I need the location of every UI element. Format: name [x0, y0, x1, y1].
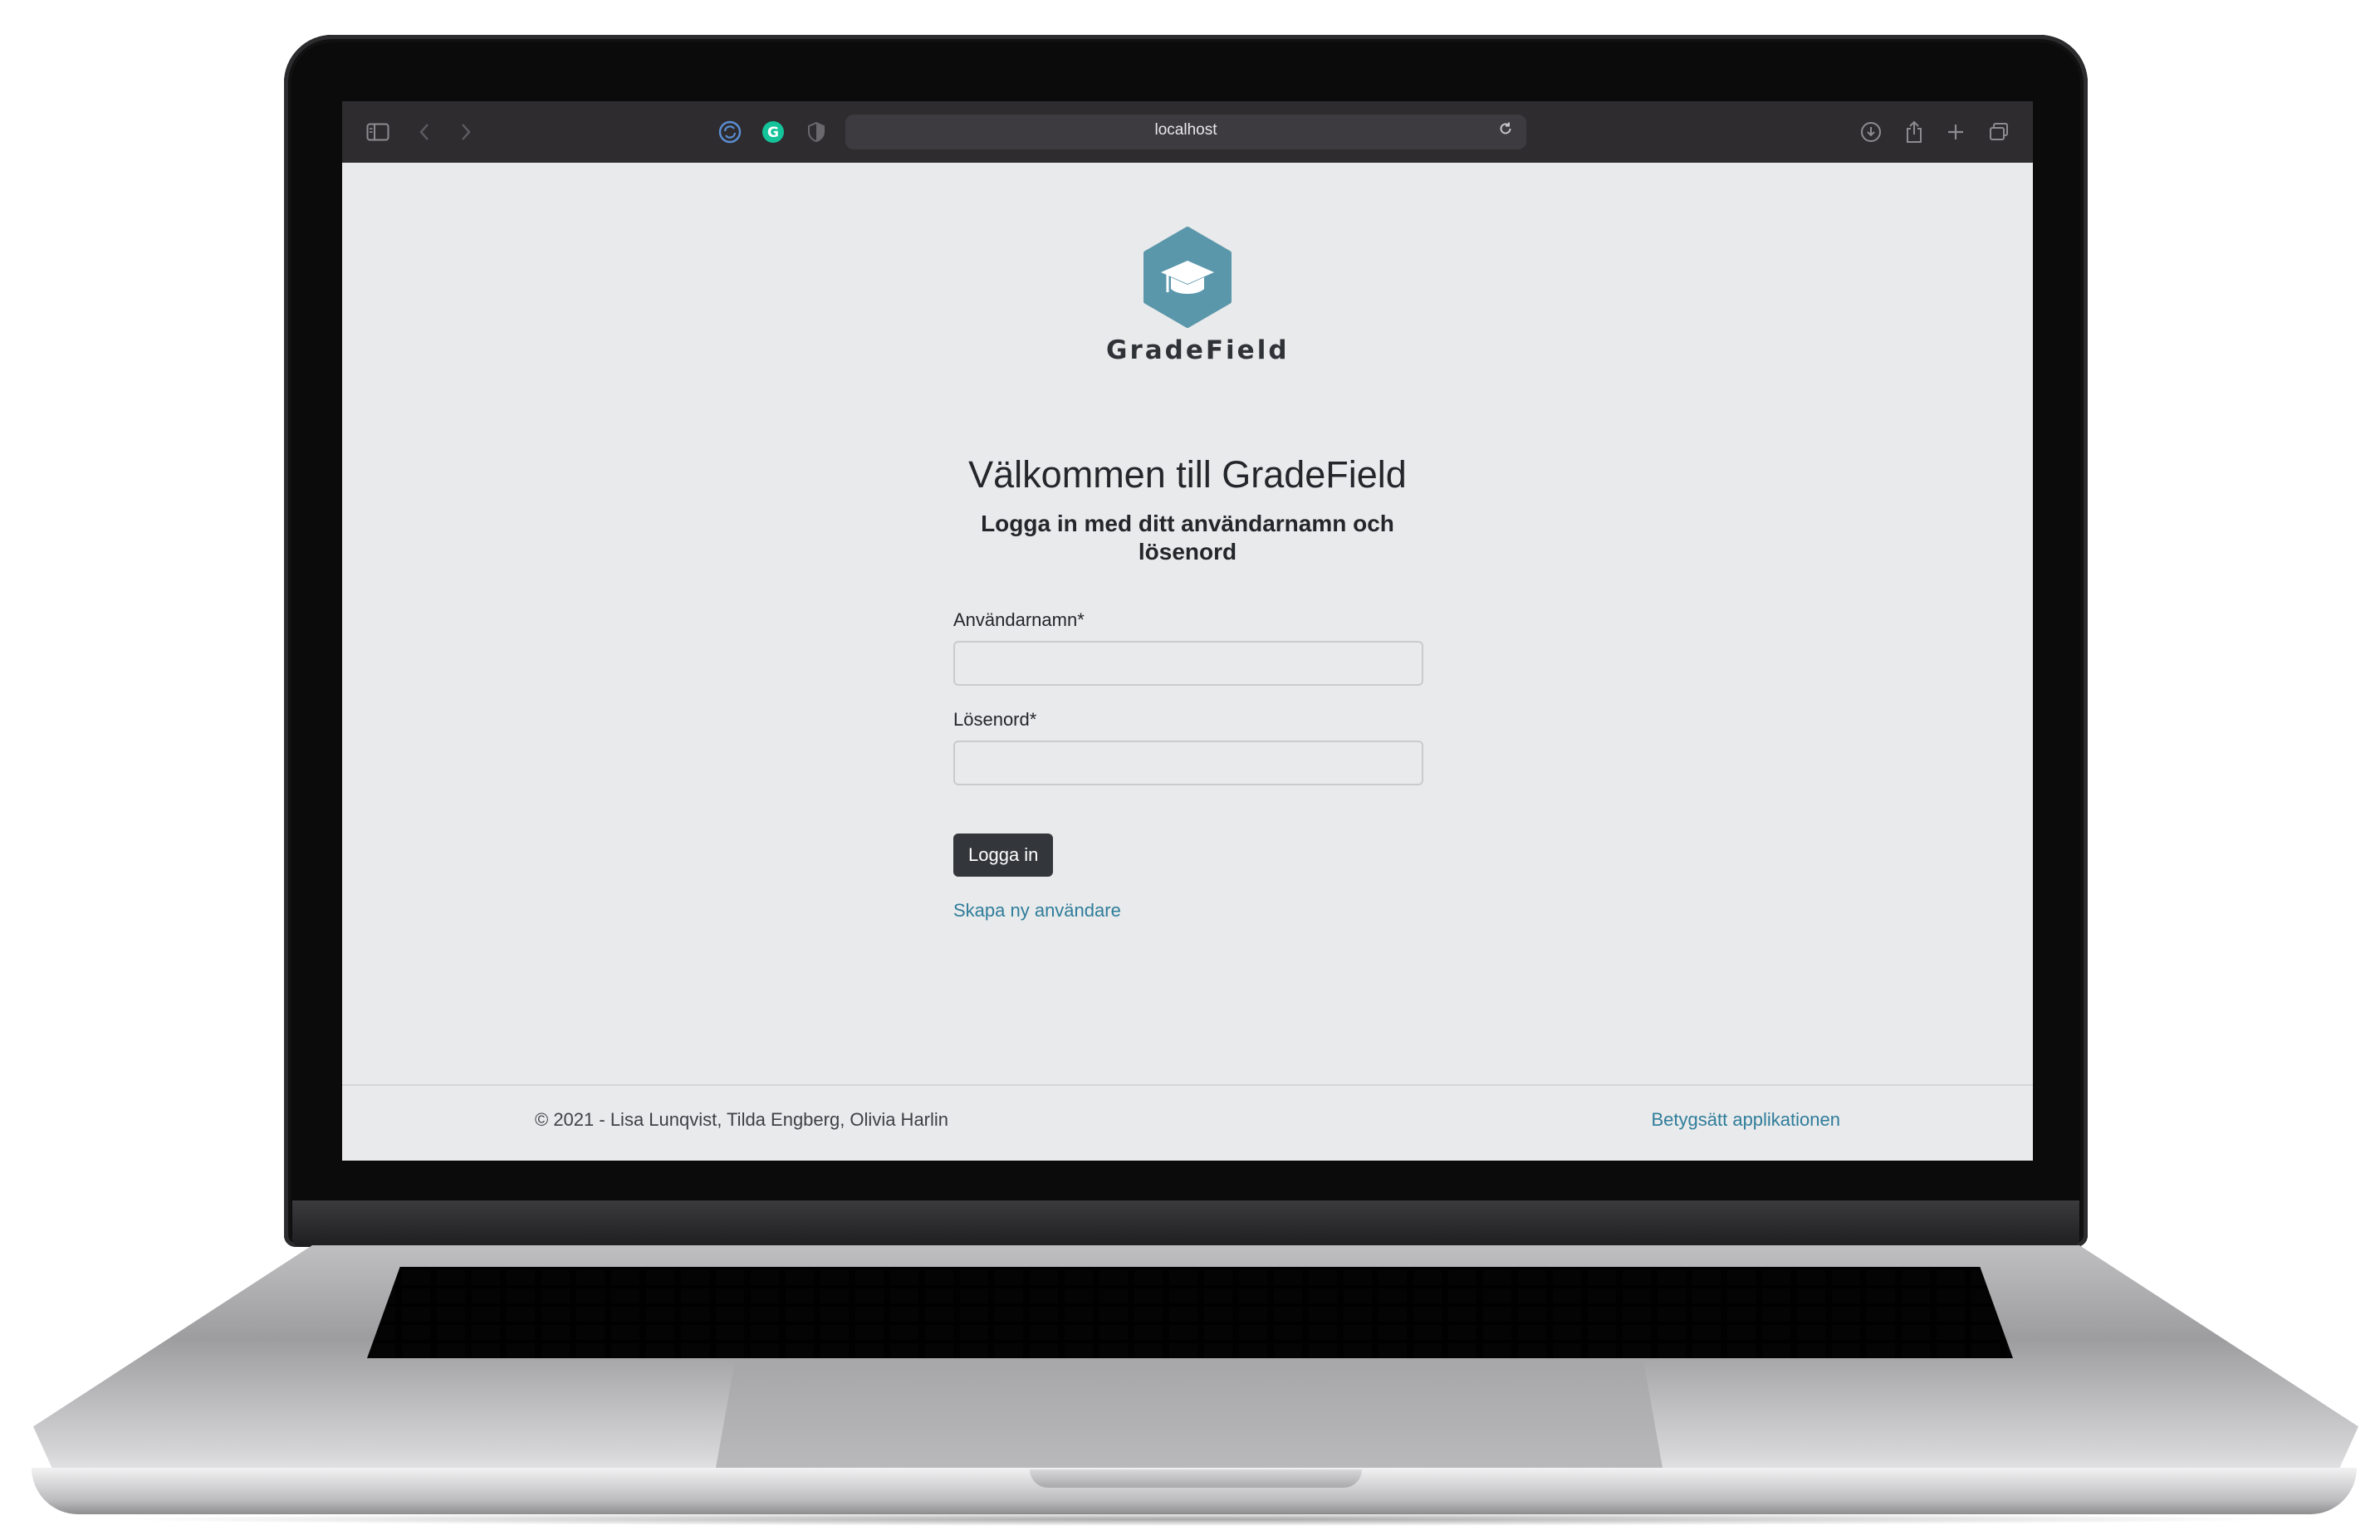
share-icon[interactable] [1902, 120, 1927, 144]
password-input[interactable] [953, 741, 1423, 785]
reload-icon[interactable] [1493, 119, 1518, 144]
chevron-left-icon[interactable] [412, 120, 437, 144]
login-form: Användarnamn* Lösenord* Logga in Skapa n… [953, 609, 1423, 922]
laptop-keyboard [367, 1267, 2013, 1358]
new-tab-icon[interactable] [1943, 120, 1968, 144]
username-label: Användarnamn* [953, 609, 1085, 630]
address-url[interactable]: localhost [845, 121, 1526, 139]
grammarly-icon[interactable]: G [761, 120, 786, 144]
svg-text:G: G [767, 125, 779, 141]
brand-name: GradeField [1106, 335, 1290, 365]
shield-icon[interactable] [804, 120, 829, 144]
username-input[interactable] [953, 641, 1423, 686]
page-subtitle: Logga in med ditt användarnamn och lösen… [981, 511, 1394, 565]
login-button[interactable]: Logga in [953, 834, 1054, 877]
laptop-notch [1030, 1469, 1362, 1488]
browser-window: G localhost GradeField Välkommen till Gr… [342, 101, 2033, 1161]
laptop-shadow [100, 1513, 2292, 1526]
page-footer: © 2021 - Lisa Lunqvist, Tilda Engberg, O… [342, 1084, 2033, 1161]
sync-extension-icon[interactable] [717, 120, 742, 144]
tabs-overview-icon[interactable] [1986, 120, 2011, 144]
page-title: Välkommen till GradeField [968, 453, 1407, 496]
address-bar[interactable]: localhost [845, 115, 1526, 149]
create-user-link[interactable]: Skapa ny användare [953, 900, 1423, 922]
download-icon[interactable] [1858, 120, 1883, 144]
laptop-hinge [292, 1200, 2079, 1247]
browser-toolbar: G localhost [342, 101, 2033, 163]
laptop-trackpad [716, 1362, 1663, 1468]
brand-logo[interactable]: GradeField [1106, 226, 1290, 365]
sidebar-icon[interactable] [365, 120, 390, 144]
password-label: Lösenord* [953, 709, 1037, 730]
footer-copyright: © 2021 - Lisa Lunqvist, Tilda Engberg, O… [535, 1109, 949, 1130]
rate-app-link[interactable]: Betygsätt applikationen [1652, 1109, 1841, 1131]
graduation-cap-icon [1143, 227, 1232, 328]
chevron-right-icon[interactable] [453, 120, 478, 144]
